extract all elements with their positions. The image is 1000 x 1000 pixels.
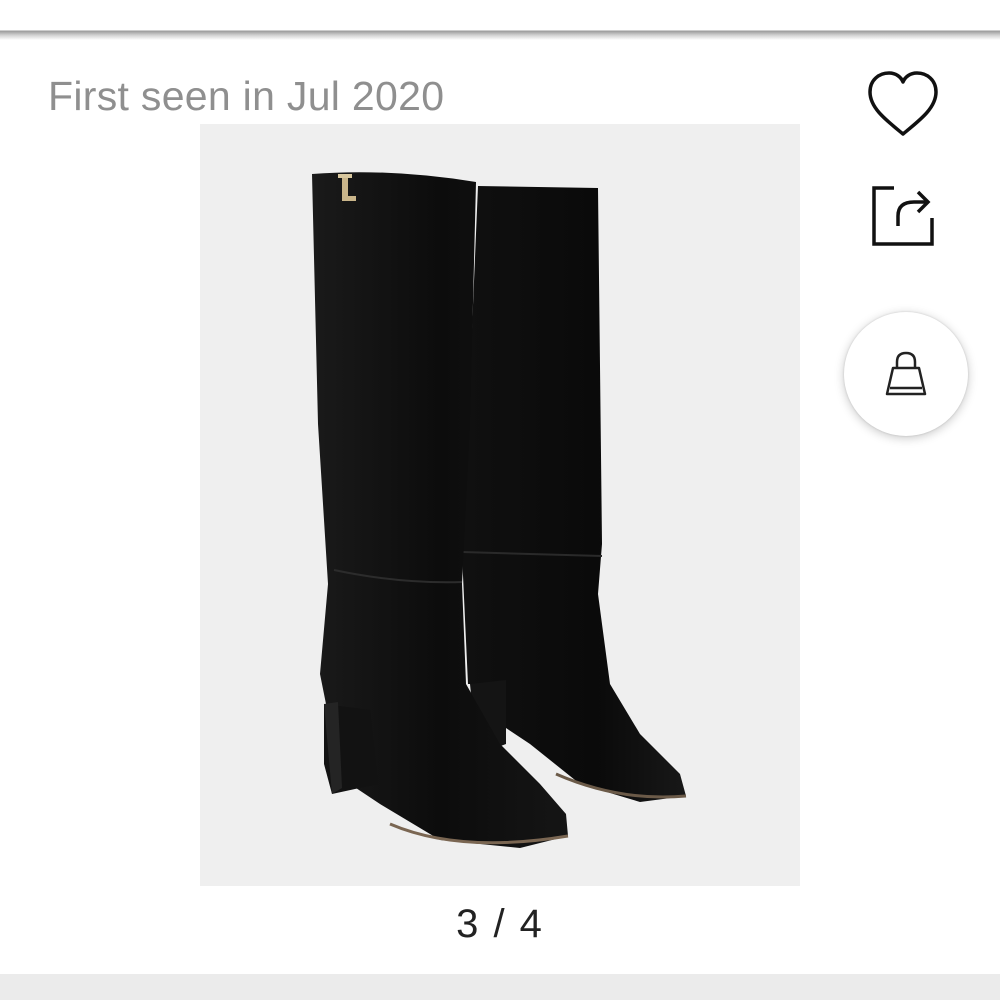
product-detail-page: First seen in Jul 2020 3 / 4 [0,0,1000,1000]
boots-illustration [312,172,687,848]
heart-icon [868,71,938,136]
product-image[interactable] [200,124,800,886]
favorite-button[interactable] [866,70,940,140]
bottom-divider [0,974,1000,1000]
share-button[interactable] [868,182,938,248]
top-divider [0,0,1000,40]
right-boot [461,186,687,802]
first-seen-label: First seen in Jul 2020 [48,73,445,119]
share-icon [872,186,934,246]
add-to-bag-button[interactable] [844,312,968,436]
image-counter: 3 / 4 [456,902,544,946]
shopping-bag-icon [885,351,927,396]
